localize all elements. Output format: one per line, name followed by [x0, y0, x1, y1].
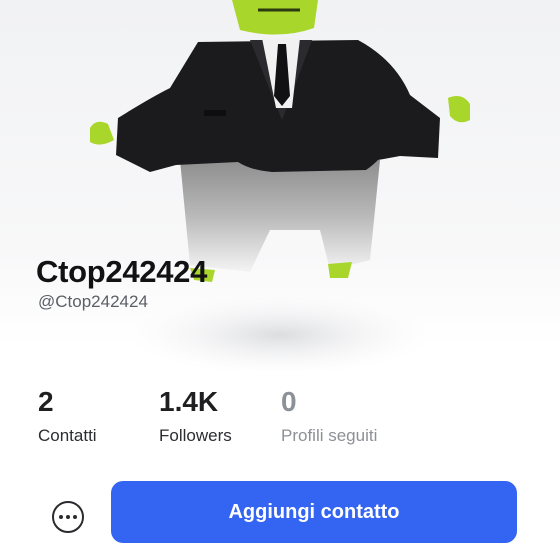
- more-horizontal-icon-dot: [73, 515, 77, 519]
- stat-following-label: Profili seguiti: [281, 426, 378, 445]
- stat-followers-value: 1.4K: [159, 386, 219, 417]
- stat-contacts-value: 2: [38, 386, 54, 417]
- stat-following[interactable]: 0 Profili seguiti: [281, 386, 377, 446]
- more-horizontal-icon-dot: [66, 515, 70, 519]
- profile-handle: @Ctop242424: [38, 292, 148, 311]
- stat-following-value: 0: [281, 386, 297, 417]
- stat-contacts-label: Contatti: [38, 426, 97, 445]
- add-contact-button[interactable]: Aggiungi contatto: [111, 481, 517, 543]
- stat-followers[interactable]: 1.4K Followers: [159, 386, 232, 446]
- avatar-3d-view[interactable]: [0, 0, 560, 370]
- profile-page: Ctop242424 @Ctop242424 2 Contatti 1.4K F…: [0, 0, 560, 560]
- more-horizontal-icon: [59, 515, 63, 519]
- stat-followers-label: Followers: [159, 426, 232, 445]
- profile-display-name: Ctop242424: [36, 254, 208, 289]
- stat-contacts[interactable]: 2 Contatti: [38, 386, 97, 446]
- avatar-figure: [90, 0, 470, 370]
- more-options-button[interactable]: [52, 501, 84, 533]
